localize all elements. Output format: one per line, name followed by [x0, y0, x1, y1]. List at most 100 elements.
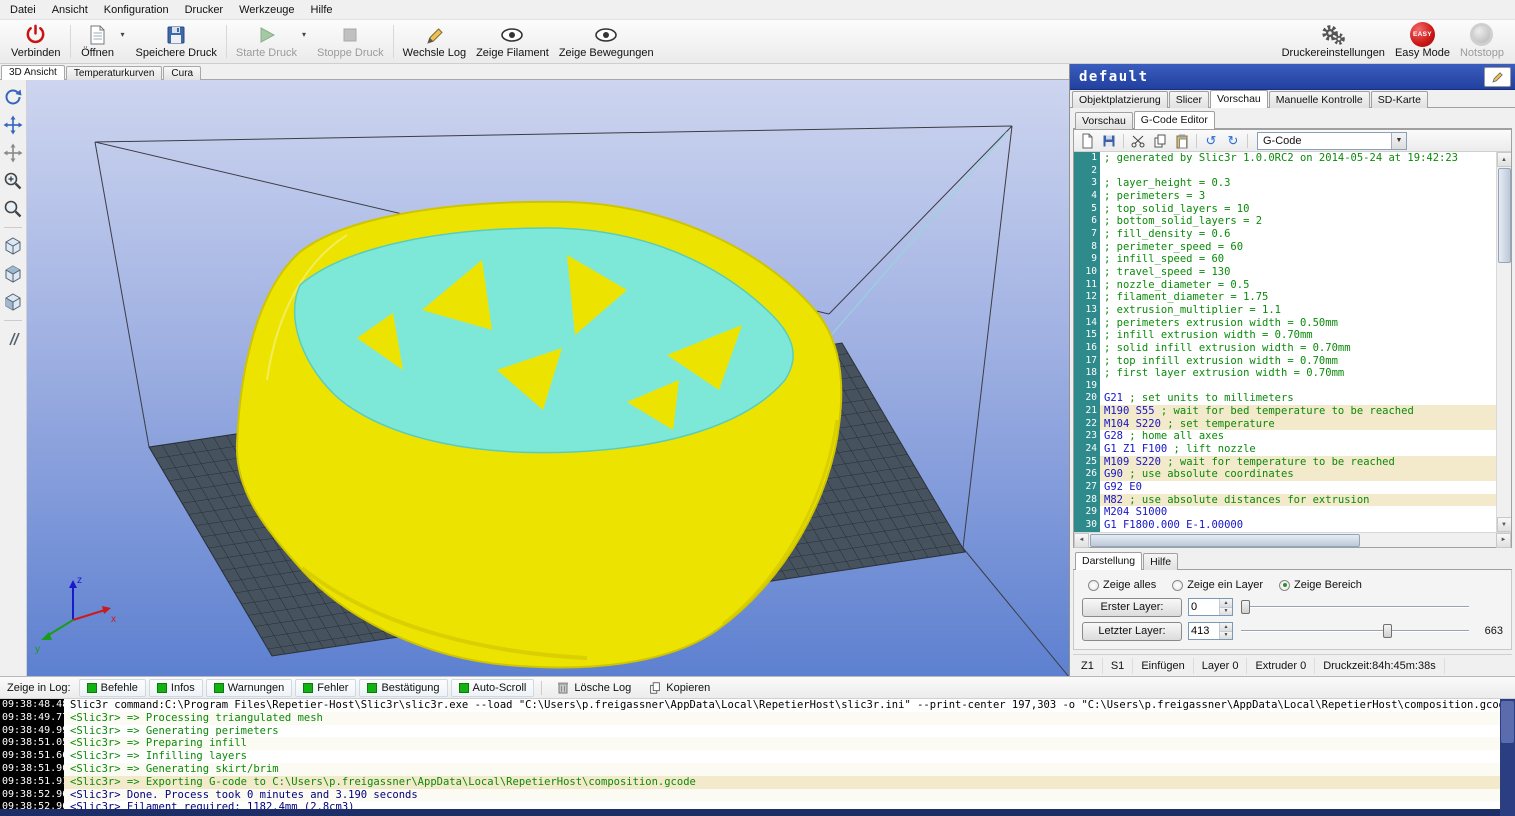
gcode-line-number: 23: [1074, 430, 1100, 443]
zoom-in-button[interactable]: [1, 169, 25, 193]
right-panel: default ObjektplatzierungSlicerVorschauM…: [1069, 64, 1515, 676]
clear-log-button[interactable]: Lösche Log: [549, 678, 638, 697]
radio-zeige-ein-layer[interactable]: Zeige ein Layer: [1172, 579, 1263, 591]
tab-darstellung[interactable]: Darstellung: [1075, 552, 1142, 570]
tab-3d-ansicht[interactable]: 3D Ansicht: [1, 65, 65, 80]
radio-zeige-alles[interactable]: Zeige alles: [1088, 579, 1156, 591]
log-toggle-auto-scroll[interactable]: Auto-Scroll: [451, 679, 535, 697]
zoom-button[interactable]: [1, 197, 25, 221]
save-file-button[interactable]: [1099, 132, 1119, 150]
log-toggle-label: Fehler: [317, 682, 348, 694]
open-button[interactable]: Öffnen: [75, 21, 121, 62]
log-toggle-best-tigung[interactable]: Bestätigung: [359, 679, 447, 697]
tab-vorschau[interactable]: Vorschau: [1210, 90, 1268, 108]
save-icon: [165, 22, 187, 47]
menu-werkzeuge[interactable]: Werkzeuge: [231, 2, 302, 18]
top-view-button[interactable]: [1, 290, 25, 314]
last-layer-input[interactable]: [1189, 623, 1219, 639]
gcode-line-number: 22: [1074, 418, 1100, 431]
edit-printer-button[interactable]: [1484, 67, 1511, 87]
front-view-button[interactable]: [1, 262, 25, 286]
save-print-button[interactable]: Speichere Druck: [131, 21, 222, 62]
slider-thumb[interactable]: [1241, 600, 1250, 614]
radio-zeige-bereich[interactable]: Zeige Bereich: [1279, 579, 1362, 591]
tab-cura[interactable]: Cura: [163, 66, 201, 80]
spin-up-icon[interactable]: ▲: [1220, 599, 1232, 608]
toolbar-separator: [393, 25, 394, 58]
gcode-line: 21M190 S55 ; wait for bed temperature to…: [1074, 405, 1496, 418]
easy-mode-label: Easy Mode: [1395, 47, 1450, 59]
show-filament-button[interactable]: Zeige Filament: [471, 21, 554, 62]
log-vertical-scrollbar[interactable]: [1500, 699, 1515, 816]
tab-hilfe[interactable]: Hilfe: [1143, 553, 1178, 570]
move-view-button[interactable]: [1, 113, 25, 137]
editor-horizontal-scrollbar[interactable]: ◄ ►: [1074, 532, 1511, 547]
gcode-editor[interactable]: 1; generated by Slic3r 1.0.0RC2 on 2014-…: [1074, 152, 1511, 532]
gcode-line-number: 6: [1074, 215, 1100, 228]
last-layer-slider[interactable]: [1239, 622, 1471, 640]
rotate-view-button[interactable]: [1, 85, 25, 109]
menu-hilfe[interactable]: Hilfe: [303, 2, 341, 18]
log-timestamp: 09:38:51.907: [0, 763, 64, 776]
log-toggle-befehle[interactable]: Befehle: [79, 679, 146, 697]
menu-konfiguration[interactable]: Konfiguration: [96, 2, 177, 18]
log-message: <Slic3r> => Processing triangulated mesh: [64, 712, 1515, 725]
spin-down-icon[interactable]: ▼: [1220, 608, 1232, 616]
menu-ansicht[interactable]: Ansicht: [44, 2, 96, 18]
scroll-up-icon[interactable]: ▲: [1497, 152, 1512, 167]
cut-button[interactable]: [1128, 132, 1148, 150]
tab-temperaturkurven[interactable]: Temperaturkurven: [66, 66, 163, 80]
first-layer-slider[interactable]: [1239, 598, 1471, 616]
start-print-button[interactable]: Starte Druck: [231, 21, 302, 62]
tab-slicer[interactable]: Slicer: [1169, 91, 1209, 108]
start-dropdown-arrow[interactable]: ▾: [302, 21, 312, 62]
tab-manuelle-kontrolle[interactable]: Manuelle Kontrolle: [1269, 91, 1370, 108]
first-layer-input[interactable]: [1189, 599, 1219, 615]
scroll-down-icon[interactable]: ▼: [1497, 517, 1512, 532]
scrollbar-thumb[interactable]: [1501, 701, 1514, 743]
log-toggle-infos[interactable]: Infos: [149, 679, 203, 697]
spin-down-icon[interactable]: ▼: [1220, 632, 1232, 640]
gcode-comment: ; infill extrusion width = 0.70mm: [1104, 329, 1313, 341]
emergency-stop-button[interactable]: Notstopp: [1455, 21, 1509, 62]
last-layer-button[interactable]: Letzter Layer:: [1082, 622, 1182, 641]
toolbar-separator: [1196, 134, 1197, 148]
editor-vertical-scrollbar[interactable]: ▲ ▼: [1496, 152, 1511, 532]
log-toggle-fehler[interactable]: Fehler: [295, 679, 356, 697]
move-object-button[interactable]: [1, 141, 25, 165]
tab-gcode-editor[interactable]: G-Code Editor: [1134, 111, 1215, 129]
easy-mode-button[interactable]: EASY Easy Mode: [1390, 21, 1455, 62]
tab-objektplatzierung[interactable]: Objektplatzierung: [1072, 91, 1168, 108]
scrollbar-thumb[interactable]: [1090, 534, 1360, 547]
scrollbar-thumb[interactable]: [1498, 168, 1511, 263]
show-travel-button[interactable]: Zeige Bewegungen: [554, 21, 659, 62]
menu-drucker[interactable]: Drucker: [177, 2, 232, 18]
gcode-line-number: 14: [1074, 317, 1100, 330]
printer-settings-button[interactable]: Druckereinstellungen: [1277, 21, 1390, 62]
copy-log-button[interactable]: Kopieren: [641, 679, 717, 697]
connect-button[interactable]: Verbinden: [6, 21, 66, 62]
3d-viewport[interactable]: z x y: [27, 80, 1069, 676]
menu-datei[interactable]: Datei: [2, 2, 44, 18]
undo-button[interactable]: ↺: [1201, 132, 1221, 150]
new-file-button[interactable]: [1077, 132, 1097, 150]
isometric-view-button[interactable]: [1, 234, 25, 258]
gcode-type-select[interactable]: G-Code ▼: [1257, 132, 1407, 150]
slider-thumb[interactable]: [1383, 624, 1392, 638]
open-dropdown-arrow[interactable]: ▾: [121, 21, 131, 62]
spin-up-icon[interactable]: ▲: [1220, 623, 1232, 632]
scroll-right-icon[interactable]: ►: [1496, 533, 1511, 548]
log-toggle-warnungen[interactable]: Warnungen: [206, 679, 292, 697]
gcode-line-number: 16: [1074, 342, 1100, 355]
paste-button[interactable]: [1172, 132, 1192, 150]
tab-vorschau-sub[interactable]: Vorschau: [1075, 112, 1133, 129]
first-layer-button[interactable]: Erster Layer:: [1082, 598, 1182, 617]
scroll-left-icon[interactable]: ◄: [1074, 533, 1089, 548]
gcode-line-content: ; top infill extrusion width = 0.70mm: [1100, 355, 1496, 368]
toggle-log-button[interactable]: Wechsle Log: [398, 21, 471, 62]
copy-button[interactable]: [1150, 132, 1170, 150]
parallel-projection-button[interactable]: [1, 327, 25, 351]
tab-sd-karte[interactable]: SD-Karte: [1371, 91, 1428, 108]
stop-print-button[interactable]: Stoppe Druck: [312, 21, 389, 62]
redo-button[interactable]: ↻: [1223, 132, 1243, 150]
